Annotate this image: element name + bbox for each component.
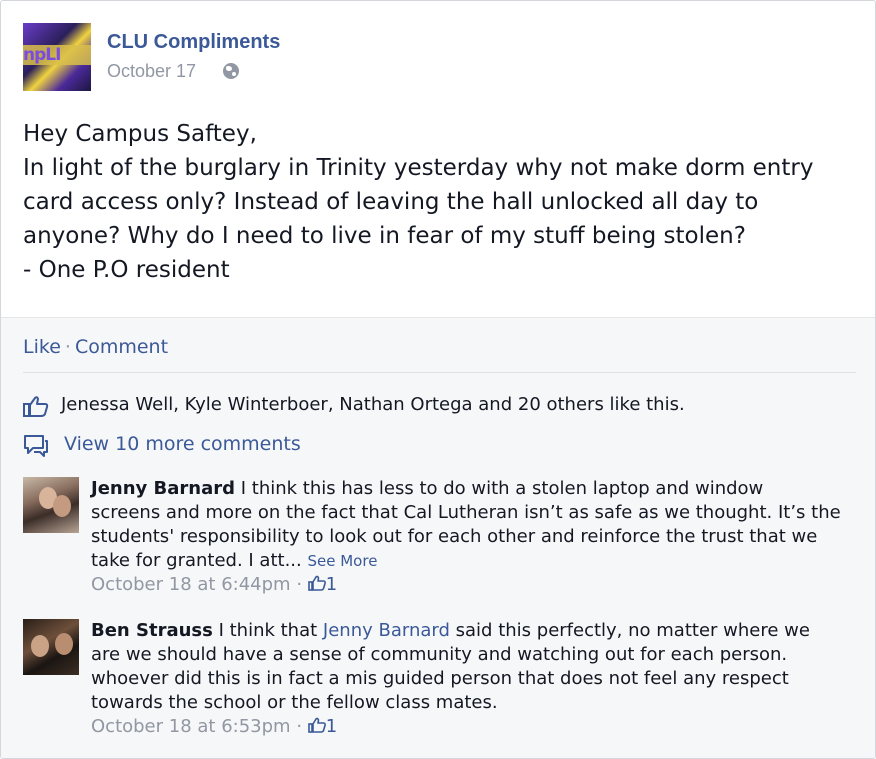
mention-link[interactable]: Jenny Barnard bbox=[323, 620, 450, 641]
avatar-face bbox=[31, 635, 49, 657]
avatar-logo-text: npLI bbox=[23, 45, 61, 65]
likes-summary: Jenessa Well, Kyle Winterboer, Nathan Or… bbox=[23, 393, 856, 419]
globe-icon bbox=[223, 63, 239, 79]
comment-text: whoever did this is in fact a mis guided… bbox=[91, 668, 789, 689]
like-button[interactable]: Like bbox=[23, 336, 61, 358]
like-count: 1 bbox=[325, 574, 338, 595]
comment-line: Jenny Barnard I think this has less to d… bbox=[91, 477, 856, 501]
likes-text[interactable]: Jenessa Well, Kyle Winterboer, Nathan Or… bbox=[61, 394, 685, 415]
comment-text: screens and more on the fact that Cal Lu… bbox=[91, 502, 841, 523]
comment-text: I think that bbox=[218, 620, 318, 641]
page-avatar[interactable]: npLI bbox=[23, 23, 91, 91]
comment-text: take for granted. I att... bbox=[91, 550, 302, 571]
avatar-face bbox=[53, 495, 71, 517]
avatar[interactable] bbox=[23, 619, 79, 675]
post-actions: Like · Comment bbox=[23, 336, 168, 358]
see-more-link[interactable]: See More bbox=[307, 552, 377, 570]
post-body-line: In light of the burglary in Trinity yest… bbox=[23, 155, 814, 181]
comment-body: Ben Strauss I think that Jenny Barnard s… bbox=[91, 619, 856, 739]
thumbs-up-icon bbox=[307, 717, 326, 733]
post-card: npLI CLU Compliments October 17 Hey Camp… bbox=[0, 0, 876, 759]
thumbs-up-icon bbox=[307, 575, 326, 591]
meta-separator: · bbox=[296, 716, 303, 737]
comment: Jenny Barnard I think this has less to d… bbox=[23, 477, 856, 602]
view-more-comments-link[interactable]: View 10 more comments bbox=[64, 433, 301, 455]
avatar[interactable] bbox=[23, 477, 79, 533]
comment-timestamp[interactable]: October 18 at 6:44pm bbox=[91, 574, 291, 595]
post-body: Hey Campus Saftey, In light of the burgl… bbox=[23, 117, 853, 287]
comment-text: said this perfectly, no matter where we bbox=[455, 620, 810, 641]
post-date[interactable]: October 17 bbox=[107, 61, 196, 82]
view-more-comments[interactable]: View 10 more comments bbox=[23, 432, 856, 458]
comment-author[interactable]: Ben Strauss bbox=[91, 620, 213, 641]
post-body-line: card access only? Instead of leaving the… bbox=[23, 189, 759, 215]
comment-text: are we should have a sense of community … bbox=[91, 644, 788, 665]
action-separator: · bbox=[64, 336, 71, 358]
comment-meta: October 18 at 6:53pm · 1 bbox=[91, 715, 856, 739]
comment-like-count[interactable]: 1 bbox=[307, 716, 338, 737]
comment: Ben Strauss I think that Jenny Barnard s… bbox=[23, 619, 856, 744]
divider bbox=[23, 372, 856, 373]
comment-line: take for granted. I att... See More bbox=[91, 549, 856, 573]
comment-timestamp[interactable]: October 18 at 6:53pm bbox=[91, 716, 291, 737]
meta-separator: · bbox=[296, 574, 303, 595]
post-header: npLI CLU Compliments October 17 bbox=[23, 23, 823, 91]
post-body-line: - One P.O resident bbox=[23, 257, 230, 283]
post-body-line: Hey Campus Saftey, bbox=[23, 121, 257, 147]
comment-button[interactable]: Comment bbox=[75, 336, 168, 358]
thumbs-up-icon bbox=[23, 396, 49, 417]
comment-text: towards the school or the fellow class m… bbox=[91, 692, 498, 713]
post-body-line: anyone? Why do I need to live in fear of… bbox=[23, 223, 746, 249]
comment-like-count[interactable]: 1 bbox=[307, 574, 338, 595]
comment-line: Ben Strauss I think that Jenny Barnard s… bbox=[91, 619, 856, 643]
comment-bubble-icon bbox=[24, 435, 48, 457]
page-name-link[interactable]: CLU Compliments bbox=[107, 31, 280, 54]
like-count: 1 bbox=[325, 716, 338, 737]
comment-text: students' responsibility to look out for… bbox=[91, 526, 818, 547]
comment-author[interactable]: Jenny Barnard bbox=[91, 478, 235, 499]
avatar-face bbox=[55, 633, 73, 655]
comment-text: I think this has less to do with a stole… bbox=[240, 478, 764, 499]
comment-meta: October 18 at 6:44pm · 1 bbox=[91, 573, 856, 597]
comment-body: Jenny Barnard I think this has less to d… bbox=[91, 477, 856, 597]
